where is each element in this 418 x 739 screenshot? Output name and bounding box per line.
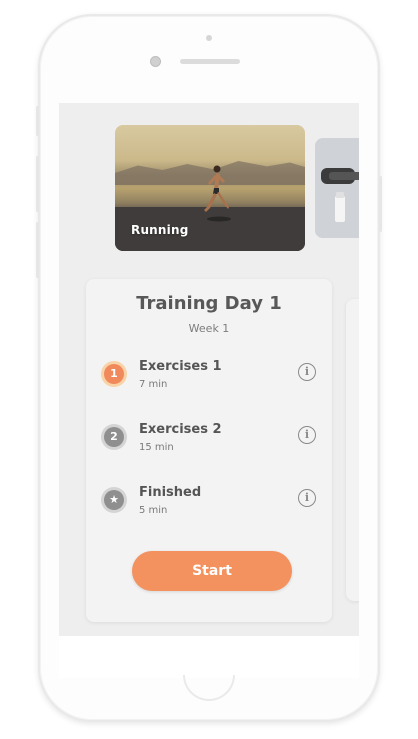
- proximity-sensor: [206, 35, 212, 41]
- carousel-card-label: Running: [131, 223, 189, 237]
- exercise-item-finished[interactable]: ★ Finished 5 min i: [104, 485, 316, 525]
- exercise-duration: 15 min: [139, 442, 174, 453]
- exercise-title: Exercises 2: [139, 422, 222, 437]
- exercise-item-1[interactable]: 1 Exercises 1 7 min i: [104, 359, 316, 399]
- training-day-card: Training Day 1 Week 1 1 Exercises 1 7 mi…: [86, 279, 332, 622]
- phone-volume-down-button: [36, 222, 39, 278]
- app-screen: Running Training Day 1 Week 1 1 Exercise…: [59, 103, 359, 636]
- earpiece-speaker: [180, 59, 240, 64]
- front-camera: [150, 56, 161, 67]
- info-icon[interactable]: i: [298, 426, 316, 444]
- exercise-item-2[interactable]: 2 Exercises 2 15 min i: [104, 422, 316, 462]
- step-badge-active: 1: [104, 364, 124, 384]
- next-training-card[interactable]: [346, 299, 359, 601]
- info-icon[interactable]: i: [298, 363, 316, 381]
- phone-power-button: [379, 176, 382, 232]
- bottom-bar: [59, 636, 359, 678]
- carousel-card-weights[interactable]: [315, 138, 359, 238]
- exercise-duration: 5 min: [139, 505, 168, 516]
- carousel-card-running[interactable]: Running: [115, 125, 305, 251]
- phone-volume-up-button: [36, 156, 39, 212]
- info-icon[interactable]: i: [298, 489, 316, 507]
- start-button[interactable]: Start: [132, 551, 292, 591]
- exercise-duration: 7 min: [139, 379, 168, 390]
- training-title: Training Day 1: [136, 293, 282, 314]
- step-badge: 2: [104, 427, 124, 447]
- dumbbell-image: [315, 138, 359, 238]
- exercise-title: Finished: [139, 485, 202, 500]
- training-week: Week 1: [188, 322, 230, 335]
- runner-figure: [204, 165, 231, 222]
- star-icon: ★: [104, 490, 124, 510]
- phone-side-button: [36, 106, 39, 136]
- exercise-title: Exercises 1: [139, 359, 222, 374]
